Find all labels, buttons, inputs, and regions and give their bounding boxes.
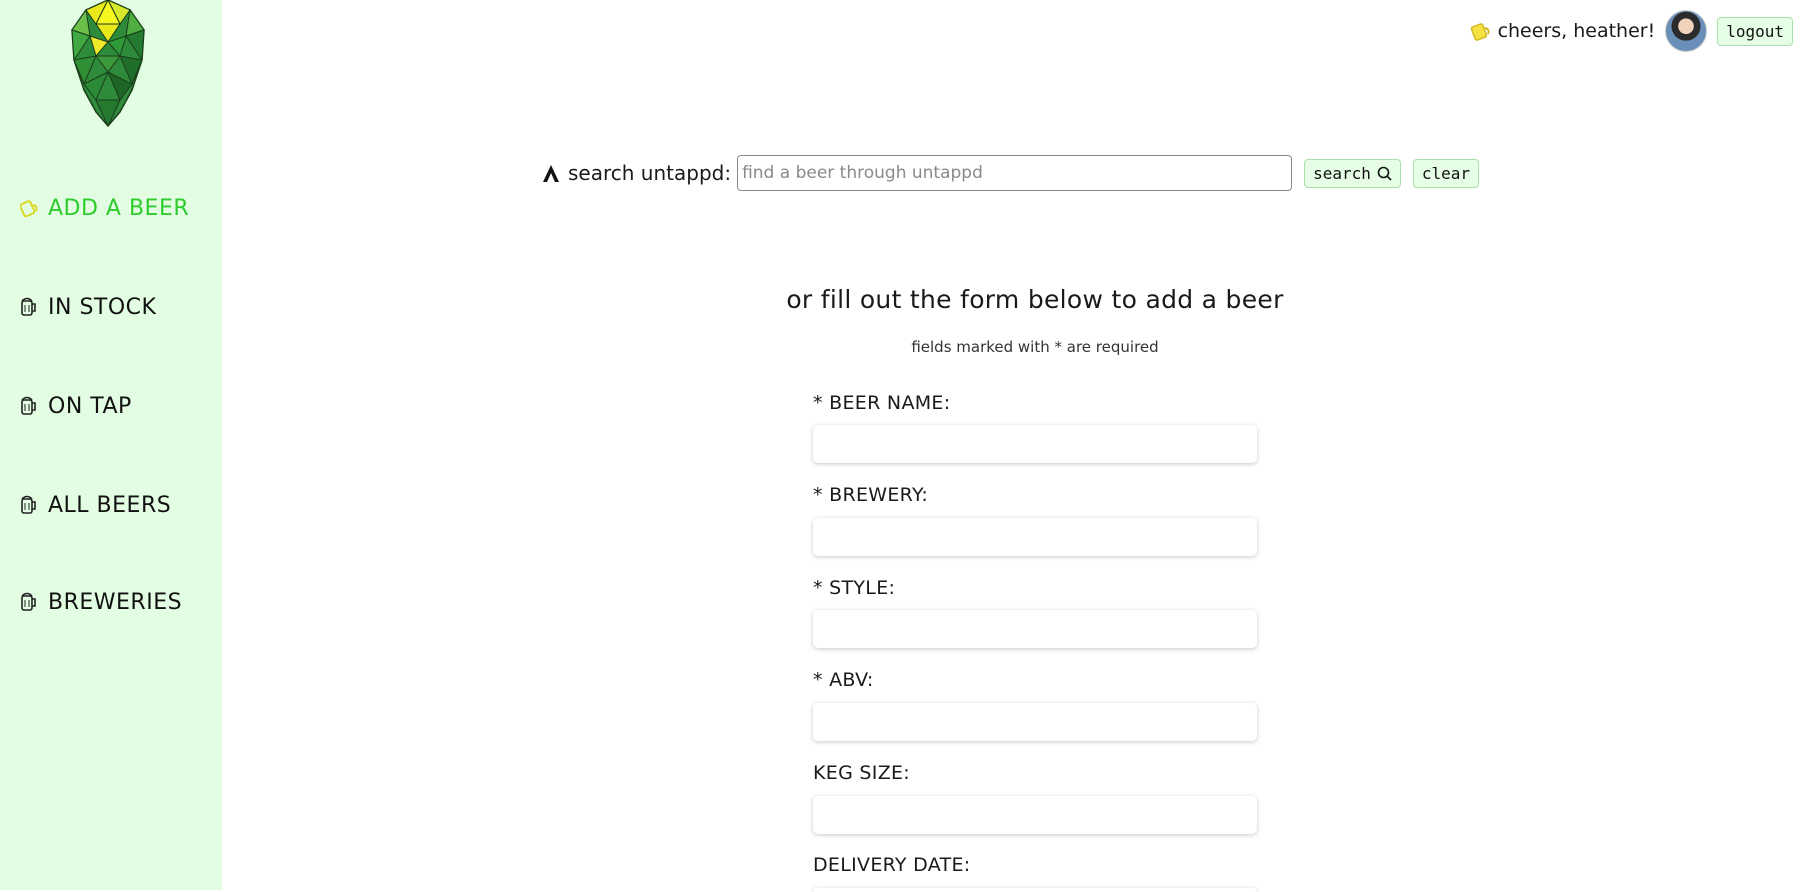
brewery-label: * BREWERY: bbox=[813, 484, 929, 506]
untappd-search-bar: search untappd: search clear bbox=[540, 155, 1480, 191]
greeting-text: cheers, heather! bbox=[1497, 20, 1656, 42]
search-label: search untappd: bbox=[568, 161, 732, 185]
form-subtitle: fields marked with * are required bbox=[911, 338, 1159, 356]
delivery-date-label: DELIVERY DATE: bbox=[813, 854, 971, 876]
sidebar-item-breweries[interactable]: BREWERIES bbox=[20, 590, 182, 615]
untappd-icon bbox=[543, 165, 559, 182]
sidebar-item-in-stock[interactable]: IN STOCK bbox=[20, 295, 156, 320]
sidebar: ADD A BEER IN STOCK ON TAP ALL BEERS BRE… bbox=[0, 0, 222, 890]
sidebar-item-label: IN STOCK bbox=[48, 295, 157, 320]
beer-mug-icon bbox=[20, 296, 40, 320]
beer-mug-icon bbox=[1470, 23, 1490, 41]
abv-field[interactable] bbox=[813, 703, 1257, 741]
user-area: cheers, heather! logout bbox=[1470, 10, 1793, 52]
beer-name-field[interactable] bbox=[813, 425, 1257, 463]
delivery-date-field[interactable] bbox=[813, 888, 1257, 892]
clear-button[interactable]: clear bbox=[1412, 158, 1480, 188]
sidebar-item-label: ALL BEERS bbox=[48, 493, 172, 518]
sidebar-item-add-a-beer[interactable]: ADD A BEER bbox=[20, 196, 189, 221]
beer-mug-icon bbox=[20, 395, 40, 419]
avatar bbox=[1665, 10, 1708, 52]
sidebar-item-label: ON TAP bbox=[48, 394, 132, 419]
search-button-label: search bbox=[1313, 163, 1371, 183]
beer-mug-icon bbox=[20, 494, 40, 518]
logout-button[interactable]: logout bbox=[1717, 16, 1793, 46]
style-field[interactable] bbox=[813, 610, 1257, 648]
abv-label: * ABV: bbox=[813, 669, 874, 691]
search-button[interactable]: search bbox=[1304, 158, 1401, 188]
hop-logo-icon bbox=[71, 0, 145, 128]
sidebar-item-label: ADD A BEER bbox=[48, 196, 190, 221]
form-title: or fill out the form below to add a beer bbox=[786, 285, 1284, 314]
brewery-field[interactable] bbox=[813, 518, 1257, 556]
keg-size-label: KEG SIZE: bbox=[813, 762, 911, 784]
style-label: * STYLE: bbox=[813, 577, 896, 599]
keg-size-field[interactable] bbox=[813, 796, 1257, 834]
search-input[interactable] bbox=[737, 155, 1293, 191]
sidebar-item-all-beers[interactable]: ALL BEERS bbox=[20, 493, 171, 518]
search-icon bbox=[1377, 166, 1392, 181]
beer-mug-icon bbox=[20, 197, 40, 221]
beer-mug-icon bbox=[20, 591, 40, 615]
beer-name-label: * BEER NAME: bbox=[813, 392, 951, 414]
sidebar-item-on-tap[interactable]: ON TAP bbox=[20, 394, 132, 419]
sidebar-item-label: BREWERIES bbox=[48, 590, 183, 615]
